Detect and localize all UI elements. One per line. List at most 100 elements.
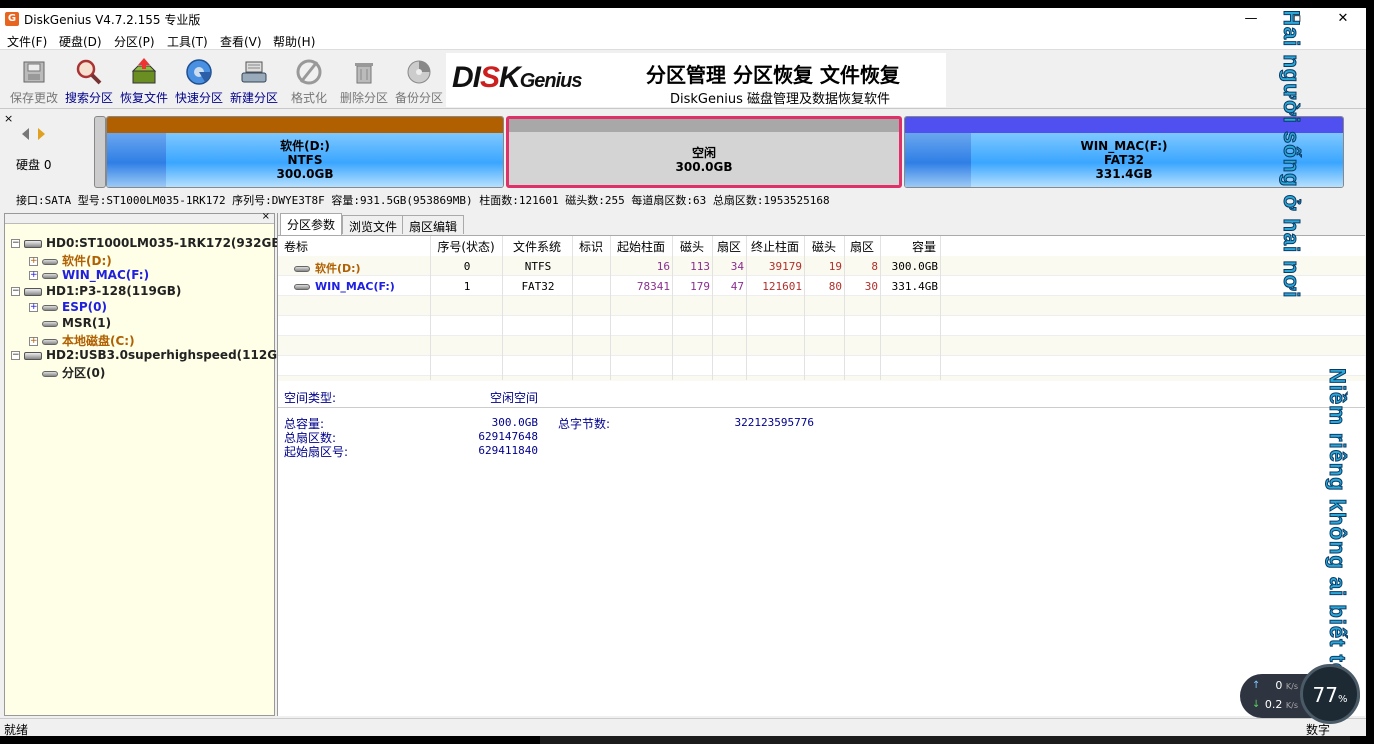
- menu-tools[interactable]: 工具(T): [167, 33, 208, 50]
- column-header[interactable]: 文件系统: [506, 238, 568, 255]
- tab-sector-edit[interactable]: 扇区编辑: [402, 215, 465, 234]
- expand-icon[interactable]: +: [29, 271, 38, 280]
- tab-browse-files[interactable]: 浏览文件: [342, 215, 405, 234]
- menu-view[interactable]: 查看(V): [220, 33, 262, 50]
- partition-icon: [42, 370, 58, 377]
- quick-partition-button[interactable]: 快速分区: [172, 55, 226, 105]
- partition-block-reserved[interactable]: [94, 116, 106, 188]
- tree-partition-node[interactable]: + WIN_MAC(F:): [29, 268, 149, 284]
- column-divider: [940, 236, 941, 380]
- search-partition-label: 搜索分区: [64, 91, 113, 105]
- new-partition-icon: [241, 61, 267, 83]
- tree-node-label: 软件(D:): [62, 254, 112, 268]
- new-partition-button[interactable]: 新建分区: [227, 55, 281, 105]
- start-sector-label: 起始扇区号:: [284, 445, 349, 459]
- banner-headline: 分区管理 分区恢复 文件恢复: [646, 63, 900, 87]
- expand-icon[interactable]: +: [29, 303, 38, 312]
- tree-disk-node[interactable]: − HD0:ST1000LM035-1RK172(932GB): [11, 236, 286, 252]
- column-divider: [844, 236, 845, 380]
- column-header[interactable]: 终止柱面: [750, 238, 800, 255]
- partition-text: 空闲 300.0GB: [675, 146, 733, 174]
- column-header[interactable]: 扇区: [848, 238, 876, 255]
- tree-partition-node[interactable]: 分区(0): [29, 364, 105, 380]
- table-row: [278, 356, 1365, 376]
- save-changes-button[interactable]: 保存更改: [7, 55, 61, 105]
- disk-label: 硬盘 0: [16, 158, 52, 172]
- partition-table: 卷标 序号(状态) 文件系统 标识 起始柱面 磁头 扇区 终止柱面 磁头 扇区 容量 软件(D:) 0 N…: [278, 235, 1365, 396]
- recover-box-icon: [131, 58, 157, 84]
- disk-map-close-button[interactable]: ×: [4, 112, 13, 125]
- partition-block-d[interactable]: 软件(D:) NTFS 300.0GB: [106, 116, 504, 188]
- tab-partition-params[interactable]: 分区参数: [280, 213, 343, 235]
- cell-label: 软件(D:): [315, 262, 361, 275]
- minimize-button[interactable]: —: [1228, 8, 1274, 30]
- quick-partition-icon: [186, 59, 212, 85]
- space-type-value: 空闲空间: [490, 391, 539, 405]
- close-button[interactable]: ✕: [1320, 8, 1366, 30]
- tree-node-label: WIN_MAC(F:): [62, 268, 150, 282]
- prev-disk-arrow-icon[interactable]: [22, 128, 29, 140]
- tree-node-label: 分区(0): [62, 366, 106, 380]
- tree-close-button[interactable]: ×: [262, 211, 270, 222]
- column-header[interactable]: 序号(状态): [434, 238, 498, 255]
- disk-tree[interactable]: × − HD0:ST1000LM035-1RK172(932GB) + 软件(D:) +…: [4, 211, 292, 716]
- search-icon: [76, 59, 102, 85]
- space-info-panel: 空间类型: 空闲空间 总容量: 300.0GB 总字节数: 3221235957…: [278, 381, 1365, 716]
- download-arrow-icon: ↓: [1252, 699, 1261, 710]
- backup-partition-button[interactable]: 备份分区: [392, 55, 446, 105]
- tree-node-label: 本地磁盘(C:): [62, 334, 135, 348]
- expand-icon[interactable]: +: [29, 257, 38, 266]
- partition-icon: [42, 338, 58, 345]
- download-speed: 0.2 K/s: [1264, 698, 1298, 711]
- recover-files-button[interactable]: 恢复文件: [117, 55, 171, 105]
- table-cell: 30: [864, 280, 878, 293]
- table-cell: 331.4GB: [891, 280, 938, 293]
- total-bytes-label: 总字节数:: [558, 417, 611, 431]
- tree-partition-node[interactable]: MSR(1): [29, 316, 111, 332]
- expand-icon[interactable]: +: [29, 337, 38, 346]
- table-cell: NTFS: [524, 260, 552, 273]
- column-header[interactable]: 磁头: [676, 238, 708, 255]
- column-header[interactable]: 卷标: [284, 238, 426, 255]
- backup-partition-label: 备份分区: [394, 91, 443, 105]
- table-cell: 113: [690, 260, 710, 273]
- tree-disk-node[interactable]: − HD1:P3-128(119GB): [11, 284, 181, 300]
- table-cell: 80: [828, 280, 842, 293]
- partition-block-free[interactable]: 空闲 300.0GB: [506, 116, 902, 188]
- next-disk-arrow-icon[interactable]: [38, 128, 45, 140]
- window-title: DiskGenius V4.7.2.155 专业版: [24, 13, 201, 27]
- menu-partition[interactable]: 分区(P): [114, 33, 155, 50]
- column-header[interactable]: 磁头: [808, 238, 840, 255]
- product-banner: DISKGenius 分区管理 分区恢复 文件恢复 DiskGenius 磁盘管…: [446, 53, 946, 107]
- format-button[interactable]: 格式化: [282, 55, 336, 105]
- tree-partition-node[interactable]: + 本地磁盘(C:): [29, 332, 135, 348]
- upload-speed: 0 K/s: [1275, 679, 1298, 692]
- partition-icon: [42, 304, 58, 311]
- menu-disk[interactable]: 硬盘(D): [59, 33, 102, 50]
- tree-partition-node[interactable]: + 软件(D:): [29, 252, 112, 268]
- column-header[interactable]: 容量: [884, 238, 936, 255]
- tree-disk-node[interactable]: − HD2:USB3.0superhighspeed(112GB): [11, 348, 292, 364]
- table-cell: 0: [463, 260, 471, 273]
- save-icon: [23, 61, 45, 83]
- collapse-icon[interactable]: −: [11, 239, 20, 248]
- collapse-icon[interactable]: −: [11, 351, 20, 360]
- total-capacity-value: 300.0GB: [491, 416, 538, 429]
- menu-help[interactable]: 帮助(H): [273, 33, 315, 50]
- memory-usage-gauge[interactable]: 77%: [1300, 664, 1360, 724]
- column-divider: [502, 236, 503, 380]
- table-cell: 121601: [762, 280, 802, 293]
- menu-bar: 文件(F) 硬盘(D) 分区(P) 工具(T) 查看(V) 帮助(H): [0, 30, 1366, 50]
- column-divider: [610, 236, 611, 380]
- column-header[interactable]: 扇区: [716, 238, 742, 255]
- search-partition-button[interactable]: 搜索分区: [62, 55, 116, 105]
- column-header[interactable]: 起始柱面: [614, 238, 668, 255]
- table-cell: 16: [656, 260, 670, 273]
- tree-partition-node[interactable]: + ESP(0): [29, 300, 107, 316]
- tree-node-label: MSR(1): [62, 316, 112, 330]
- menu-file[interactable]: 文件(F): [7, 33, 47, 50]
- delete-partition-button[interactable]: 删除分区: [337, 55, 391, 105]
- column-header[interactable]: 标识: [576, 238, 606, 255]
- partition-icon: [42, 258, 58, 265]
- collapse-icon[interactable]: −: [11, 287, 20, 296]
